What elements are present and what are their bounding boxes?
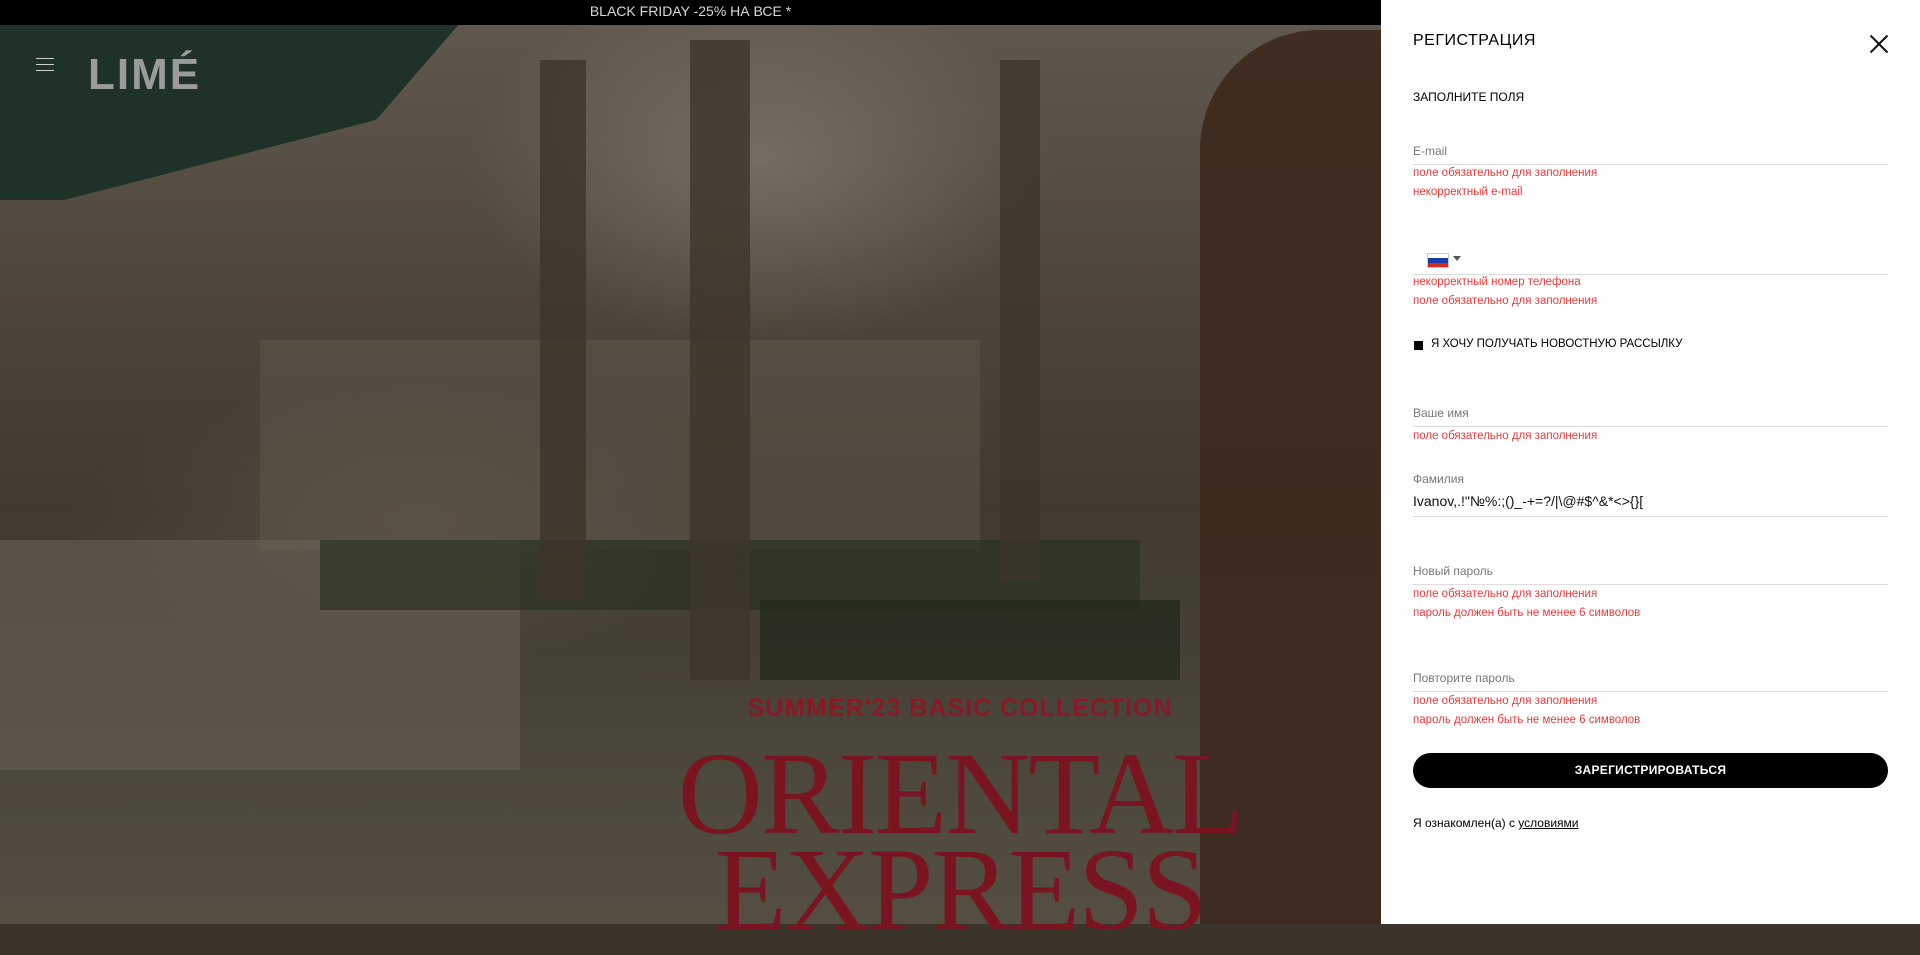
error-text: поле обязательно для заполнения (1413, 430, 1598, 442)
email-label: E-mail (1413, 144, 1448, 158)
repeat-password-field[interactable]: Повторите пароль (1413, 671, 1888, 692)
phone-field[interactable] (1413, 250, 1888, 275)
error-text: пароль должен быть не менее 6 символов (1413, 607, 1641, 619)
menu-icon[interactable] (36, 58, 54, 74)
form-subtitle: ЗАПОЛНИТЕ ПОЛЯ (1413, 90, 1525, 104)
input-underline (1413, 164, 1888, 165)
error-text: пароль должен быть не менее 6 символов (1413, 714, 1641, 726)
panel-title: РЕГИСТРАЦИЯ (1413, 32, 1536, 49)
last-name-label: Фамилия (1413, 472, 1464, 486)
new-password-field[interactable]: Новый пароль (1413, 564, 1888, 585)
input-underline (1413, 516, 1888, 517)
last-name-field[interactable]: Фамилия (1413, 472, 1888, 517)
repeat-password-label: Повторите пароль (1413, 671, 1515, 685)
error-text: некорректный номер телефона (1413, 276, 1581, 288)
close-icon[interactable] (1869, 34, 1889, 54)
input-underline (1413, 691, 1888, 692)
input-underline (1413, 426, 1888, 427)
terms-prefix: Я ознакомлен(а) с (1413, 816, 1515, 830)
first-name-field[interactable]: Ваше имя (1413, 406, 1888, 427)
registration-panel: РЕГИСТРАЦИЯ ЗАПОЛНИТЕ ПОЛЯ E-mail поле о… (1381, 0, 1920, 924)
error-text: поле обязательно для заполнения (1413, 295, 1598, 307)
terms-text: Я ознакомлен(а) с условиями (1413, 816, 1579, 830)
error-text: поле обязательно для заполнения (1413, 588, 1598, 600)
flag-russia-icon[interactable] (1427, 253, 1449, 268)
chevron-down-icon[interactable] (1453, 256, 1461, 261)
terms-link[interactable]: условиями (1518, 816, 1578, 830)
logo[interactable]: LIMÉ (88, 50, 201, 100)
input-underline (1413, 274, 1888, 275)
input-underline (1413, 584, 1888, 585)
newsletter-checkbox[interactable] (1414, 341, 1423, 350)
email-field[interactable]: E-mail (1413, 144, 1888, 165)
new-password-label: Новый пароль (1413, 564, 1493, 578)
promo-bar[interactable]: BLACK FRIDAY -25% НА ВСЕ * (0, 0, 1381, 25)
error-text: некорректный e-mail (1413, 186, 1523, 198)
error-text: поле обязательно для заполнения (1413, 167, 1598, 179)
last-name-value[interactable]: Ivanov,.!"№%:;()_-+=?/|\@#$^&*<>{}[ (1413, 493, 1643, 509)
register-button[interactable]: ЗАРЕГИСТРИРОВАТЬСЯ (1413, 753, 1888, 788)
error-text: поле обязательно для заполнения (1413, 695, 1598, 707)
first-name-label: Ваше имя (1413, 406, 1469, 420)
newsletter-label[interactable]: Я ХОЧУ ПОЛУЧАТЬ НОВОСТНУЮ РАССЫЛКУ (1431, 338, 1682, 350)
